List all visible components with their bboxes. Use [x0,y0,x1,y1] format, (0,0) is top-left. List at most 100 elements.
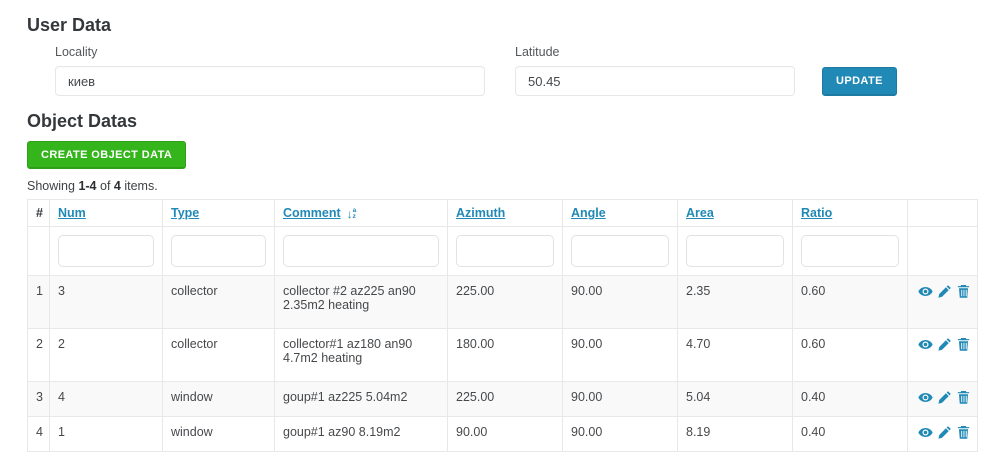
locality-label: Locality [55,45,98,59]
cell-area: 4.70 [677,328,793,382]
edit-action[interactable] [937,425,952,440]
view-action[interactable] [918,337,933,352]
filter-input-comment[interactable] [283,235,439,267]
cell-ratio: 0.40 [792,381,908,417]
cell-area: 5.04 [677,381,793,417]
header-comment: Comment ↓ a z [274,199,448,227]
create-row: CREATE OBJECT DATA [27,141,975,169]
trash-icon [957,425,970,439]
pencil-icon [938,426,951,439]
locality-field-group: Locality [55,45,485,96]
summary-of: of [100,179,111,193]
delete-action[interactable] [956,425,971,440]
filter-cell-actions [907,226,978,276]
cell-actions [907,328,978,382]
delete-action[interactable] [956,337,971,352]
sort-link-num[interactable]: Num [58,206,86,220]
sort-link-azimuth[interactable]: Azimuth [456,206,505,220]
filter-input-type[interactable] [171,235,266,267]
locality-input[interactable] [55,66,485,96]
create-object-data-button[interactable]: CREATE OBJECT DATA [27,141,187,169]
update-button[interactable]: UPDATE [822,67,897,96]
summary-items: items. [124,179,158,193]
cell-num: 4 [49,381,163,417]
cell-angle: 90.00 [562,416,678,452]
eye-icon [918,428,933,437]
pencil-icon [938,338,951,351]
cell-index: 3 [27,381,50,417]
trash-icon [957,390,970,404]
cell-ratio: 0.60 [792,275,908,329]
filter-row [27,226,978,276]
eye-icon [918,287,933,296]
header-azimuth: Azimuth [447,199,563,227]
cell-comment: collector #2 az225 an90 2.35m2 heating [274,275,448,329]
cell-angle: 90.00 [562,381,678,417]
cell-actions [907,416,978,452]
filter-input-ratio[interactable] [801,235,899,267]
latitude-input[interactable] [515,66,795,96]
table-row: 1 3 collector collector #2 az225 an90 2.… [27,275,978,329]
cell-num: 1 [49,416,163,452]
object-datas-title: Object Datas [27,111,138,131]
cell-area: 2.35 [677,275,793,329]
filter-input-num[interactable] [58,235,154,267]
cell-azimuth: 90.00 [447,416,563,452]
cell-type: collector [162,328,275,382]
cell-num: 3 [49,275,163,329]
sort-link-comment[interactable]: Comment [283,206,341,220]
edit-action[interactable] [937,390,952,405]
cell-index: 2 [27,328,50,382]
object-data-grid: # Num Type Comment ↓ a z Azimuth Angle Area… [27,199,978,452]
cell-angle: 90.00 [562,275,678,329]
trash-icon [957,337,970,351]
header-index: # [27,199,50,227]
summary-text: Showing 1-4 of 4 items. [27,179,975,193]
delete-action[interactable] [956,390,971,405]
cell-num: 2 [49,328,163,382]
sort-link-type[interactable]: Type [171,206,199,220]
cell-actions [907,275,978,329]
cell-azimuth: 225.00 [447,275,563,329]
header-angle: Angle [562,199,678,227]
sort-link-area[interactable]: Area [686,206,714,220]
header-type: Type [162,199,275,227]
latitude-label: Latitude [515,45,560,59]
cell-actions [907,381,978,417]
latitude-field-group: Latitude [515,45,795,96]
header-ratio: Ratio [792,199,908,227]
header-num: Num [49,199,163,227]
sort-link-angle[interactable]: Angle [571,206,606,220]
cell-azimuth: 225.00 [447,381,563,417]
header-actions [907,199,978,227]
delete-action[interactable] [956,284,971,299]
filter-input-angle[interactable] [571,235,669,267]
cell-comment: collector#1 az180 an90 4.7m2 heating [274,328,448,382]
view-action[interactable] [918,425,933,440]
eye-icon [918,340,933,349]
filter-input-azimuth[interactable] [456,235,554,267]
cell-area: 8.19 [677,416,793,452]
table-row: 4 1 window goup#1 az90 8.19m2 90.00 90.0… [27,416,978,452]
pencil-icon [938,391,951,404]
edit-action[interactable] [937,284,952,299]
view-action[interactable] [918,390,933,405]
filter-input-area[interactable] [686,235,784,267]
cell-angle: 90.00 [562,328,678,382]
summary-showing: Showing [27,179,75,193]
user-data-title: User Data [27,15,112,35]
sort-link-ratio[interactable]: Ratio [801,206,832,220]
cell-comment: goup#1 az225 5.04m2 [274,381,448,417]
header-area: Area [677,199,793,227]
cell-comment: goup#1 az90 8.19m2 [274,416,448,452]
view-action[interactable] [918,284,933,299]
edit-action[interactable] [937,337,952,352]
eye-icon [918,393,933,402]
pencil-icon [938,285,951,298]
summary-range: 1-4 [78,179,97,193]
summary-total: 4 [113,179,121,193]
cell-type: collector [162,275,275,329]
cell-index: 4 [27,416,50,452]
filter-cell-index [27,226,50,276]
cell-ratio: 0.40 [792,416,908,452]
